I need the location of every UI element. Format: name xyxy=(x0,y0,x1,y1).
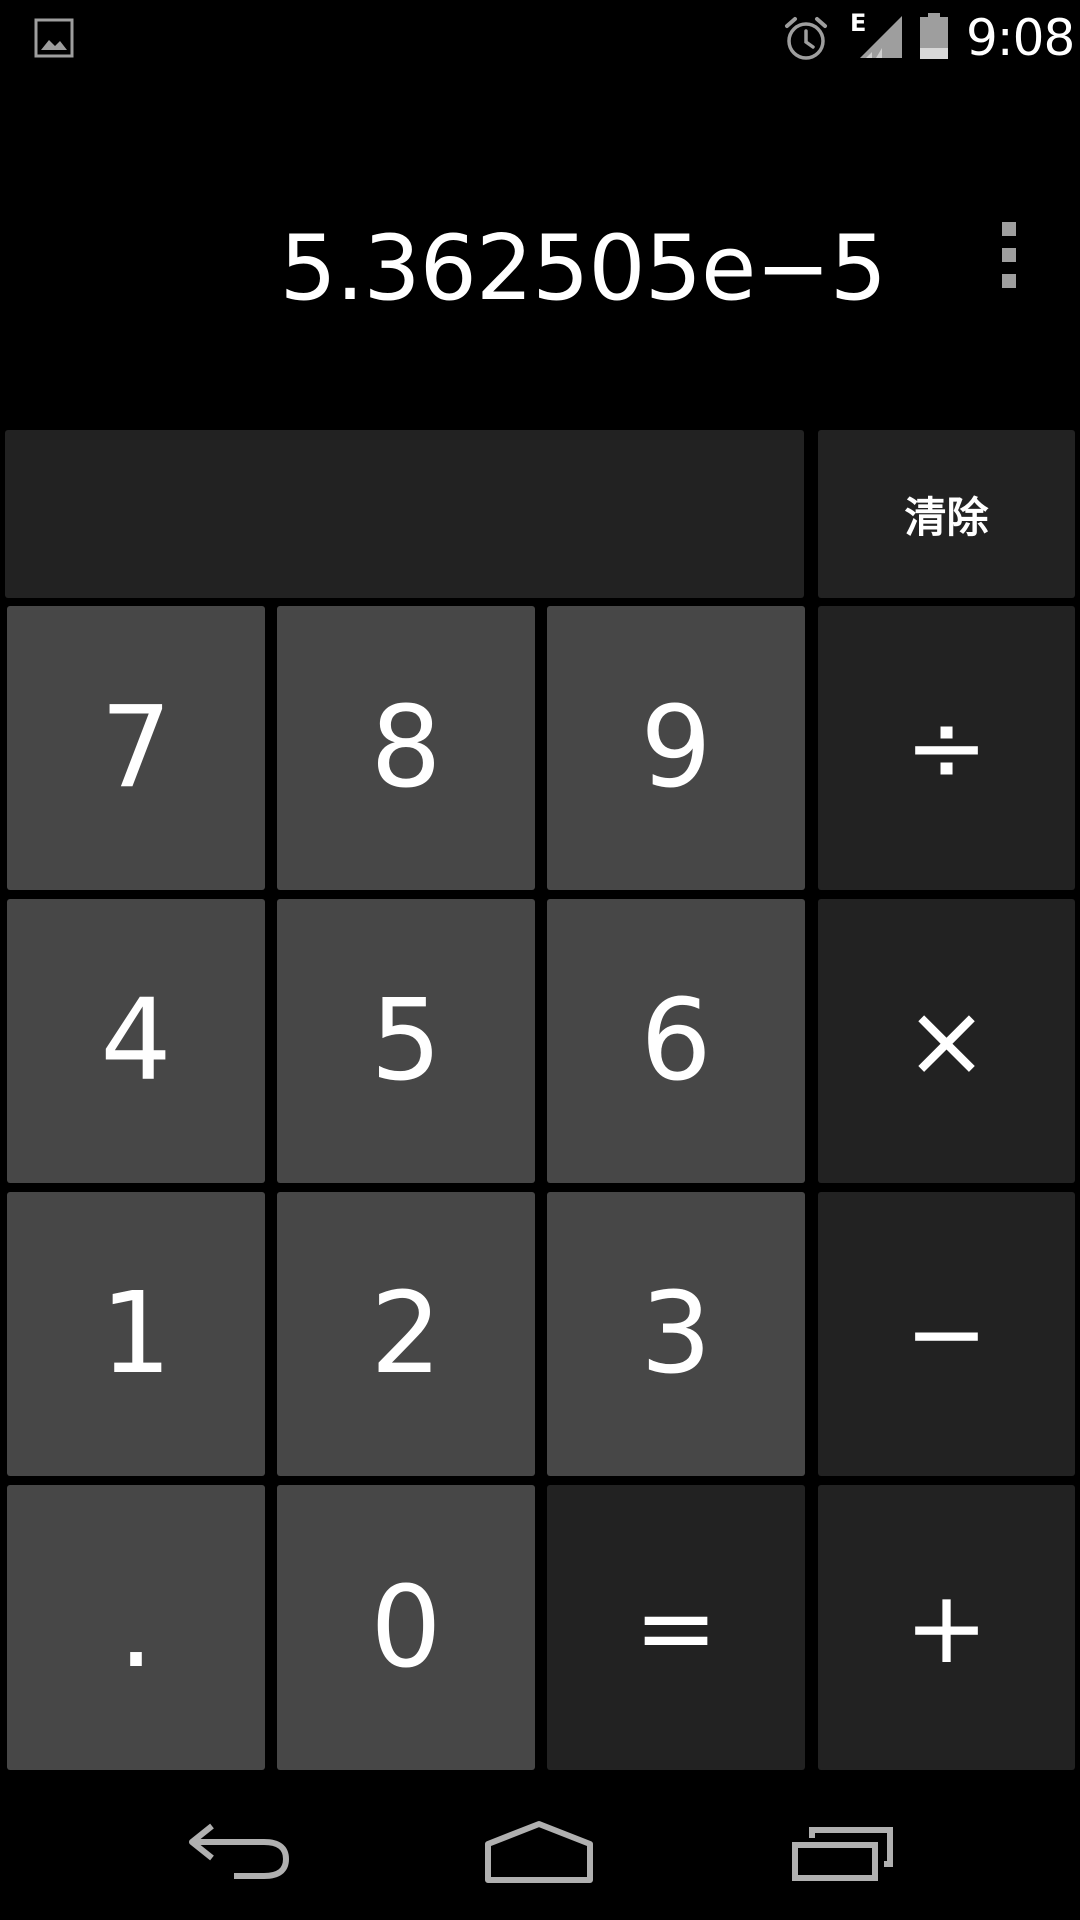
key-plus-label: + xyxy=(904,1568,989,1686)
home-icon[interactable] xyxy=(484,1820,594,1884)
key-6[interactable]: 6 xyxy=(547,899,805,1183)
key-3-label: 3 xyxy=(640,1269,712,1399)
result-text[interactable]: 5.362505e−5 xyxy=(280,219,887,319)
key-2[interactable]: 2 xyxy=(277,1192,535,1476)
key-8[interactable]: 8 xyxy=(277,606,535,890)
key-equals-label: = xyxy=(634,1568,718,1686)
key-0[interactable]: 0 xyxy=(277,1485,535,1770)
recents-icon[interactable] xyxy=(790,1824,896,1882)
key-0-label: 0 xyxy=(370,1562,442,1693)
status-clock: 9:08 xyxy=(966,9,1075,67)
key-plus[interactable]: + xyxy=(818,1485,1075,1770)
navigation-bar xyxy=(0,1776,1080,1920)
key-4[interactable]: 4 xyxy=(7,899,265,1183)
signal-icon xyxy=(860,16,902,58)
battery-icon xyxy=(920,13,948,59)
formula-bar xyxy=(5,430,804,598)
key-minus-label: − xyxy=(904,1275,989,1392)
gallery-icon xyxy=(34,18,74,58)
key-7-label: 7 xyxy=(100,683,172,813)
key-equals[interactable]: = xyxy=(547,1485,805,1770)
key-4-label: 4 xyxy=(100,976,172,1106)
calculator-display: 5.362505e−5 xyxy=(0,75,1080,425)
key-3[interactable]: 3 xyxy=(547,1192,805,1476)
key-1-label: 1 xyxy=(100,1269,172,1399)
key-5[interactable]: 5 xyxy=(277,899,535,1183)
key-9-label: 9 xyxy=(640,683,712,813)
key-2-label: 2 xyxy=(370,1269,442,1399)
key-9[interactable]: 9 xyxy=(547,606,805,890)
key-multiply-label: × xyxy=(904,982,989,1099)
key-6-label: 6 xyxy=(640,976,712,1106)
alarm-icon xyxy=(785,17,827,60)
key-dot[interactable]: . xyxy=(7,1485,265,1770)
clear-button[interactable]: 清除 xyxy=(818,430,1075,598)
status-bar: E 9:08 xyxy=(0,0,1080,75)
key-multiply[interactable]: × xyxy=(818,899,1075,1183)
key-divide[interactable]: ÷ xyxy=(818,606,1075,890)
key-5-label: 5 xyxy=(370,976,442,1106)
key-8-label: 8 xyxy=(370,683,442,813)
key-7[interactable]: 7 xyxy=(7,606,265,890)
overflow-menu-icon[interactable] xyxy=(990,218,1030,298)
key-divide-label: ÷ xyxy=(904,689,989,806)
back-icon[interactable] xyxy=(186,1822,292,1880)
key-1[interactable]: 1 xyxy=(7,1192,265,1476)
clear-button-label: 清除 xyxy=(904,492,989,542)
key-minus[interactable]: − xyxy=(818,1192,1075,1476)
key-dot-label: . xyxy=(118,1562,154,1693)
